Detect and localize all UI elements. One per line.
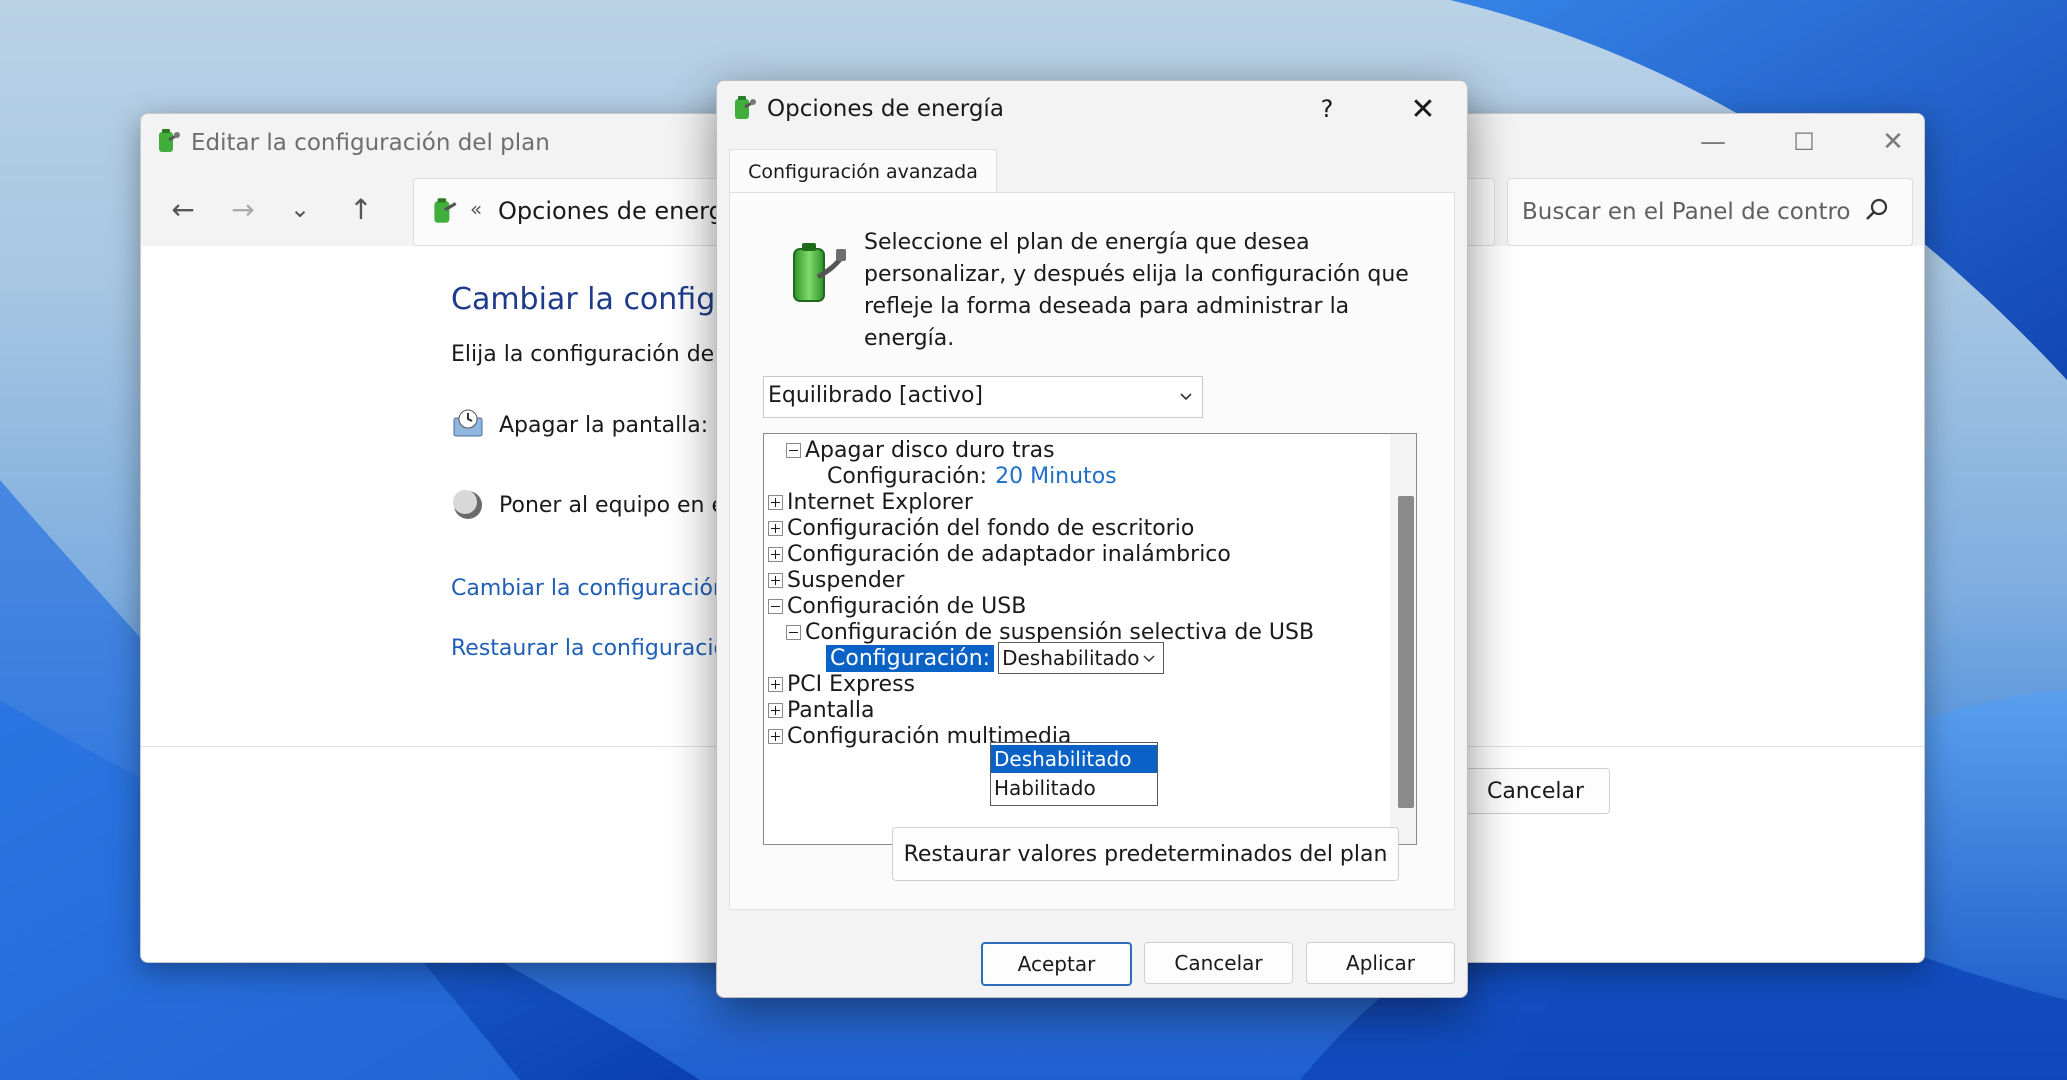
scrollbar-thumb[interactable] (1398, 496, 1414, 808)
collapse-icon[interactable] (786, 442, 801, 458)
search-input[interactable] (1520, 193, 1854, 231)
power-options-icon (735, 96, 756, 119)
power-options-dialog: Opciones de energía ? ✕ Configuración av… (716, 80, 1468, 998)
dropdown-option-enabled[interactable]: Habilitado (991, 774, 1157, 802)
expand-icon[interactable] (768, 728, 783, 744)
tree-item-label: Suspender (787, 567, 905, 593)
power-plan-select[interactable]: Equilibrado [activo] (763, 376, 1203, 418)
tab-advanced-settings[interactable]: Configuración avanzada (729, 149, 997, 194)
expand-icon[interactable] (768, 702, 783, 718)
tree-scrollbar[interactable] (1390, 434, 1416, 844)
battery-plug-icon (793, 243, 846, 302)
setting-value-link[interactable]: 20 Minutos (995, 464, 1117, 489)
up-button[interactable]: ↑ (337, 186, 385, 232)
chevron-down-icon (1180, 393, 1192, 401)
power-options-icon (159, 129, 180, 152)
close-window-button[interactable]: ✕ (1863, 120, 1923, 164)
dialog-titlebar: Opciones de energía ? ✕ (717, 81, 1467, 137)
forward-button[interactable]: → (219, 186, 267, 232)
minimize-button[interactable]: — (1683, 120, 1743, 164)
power-plan-value: Equilibrado [activo] (768, 383, 984, 408)
expand-icon[interactable] (768, 676, 783, 692)
expand-icon[interactable] (768, 520, 783, 536)
breadcrumb-separator[interactable]: « (470, 197, 482, 221)
turn-off-display-label: Apagar la pantalla: (499, 412, 709, 438)
tree-item-label: Configuración de adaptador inalámbrico (787, 541, 1231, 567)
expand-icon[interactable] (768, 494, 783, 510)
search-box[interactable] (1507, 178, 1913, 246)
power-options-icon (434, 198, 457, 223)
tree-item-label: Configuración del fondo de escritorio (787, 515, 1195, 541)
tree-item-label: Configuración de USB (787, 593, 1027, 619)
recent-locations-button[interactable]: ⌄ (276, 186, 324, 232)
back-button[interactable]: ← (159, 186, 207, 232)
usb-setting-value: Deshabilitado (1002, 646, 1140, 670)
tree-item-label: Internet Explorer (787, 489, 973, 515)
moon-sleep-icon (453, 490, 482, 519)
expand-icon[interactable] (768, 546, 783, 562)
usb-setting-combo[interactable]: Deshabilitado (998, 642, 1165, 674)
usb-setting-dropdown[interactable]: Deshabilitado Habilitado (990, 742, 1158, 806)
intro-text: Seleccione el plan de energía que desea … (864, 230, 1409, 351)
sleep-label: Poner al equipo en e (499, 492, 726, 518)
page-heading: Cambiar la configu (451, 282, 735, 317)
sleep-row: Poner al equipo en e (451, 488, 725, 522)
turn-off-display-row: Apagar la pantalla: (451, 408, 708, 442)
window-title: Editar la configuración del plan (191, 130, 550, 156)
page-subheading: Elija la configuración de r (451, 342, 731, 367)
restore-plan-defaults-button[interactable]: Restaurar valores predeterminados del pl… (892, 827, 1399, 881)
ok-button[interactable]: Aceptar (981, 942, 1132, 986)
collapse-icon[interactable] (786, 624, 801, 640)
advanced-settings-panel: Seleccione el plan de energía que desea … (729, 192, 1455, 910)
expand-icon[interactable] (768, 572, 783, 588)
tree-item-label: Apagar disco duro tras (805, 437, 1055, 463)
cancel-button[interactable]: Cancelar (1461, 768, 1610, 814)
breadcrumb-current[interactable]: Opciones de energía (498, 197, 745, 225)
help-button[interactable]: ? (1297, 87, 1357, 131)
restore-default-settings-link[interactable]: Restaurar la configuració (451, 636, 727, 661)
chevron-down-icon (1143, 655, 1155, 663)
change-advanced-settings-link[interactable]: Cambiar la configuración (451, 576, 727, 601)
dropdown-option-disabled[interactable]: Deshabilitado (991, 745, 1157, 773)
apply-button[interactable]: Aplicar (1306, 942, 1455, 984)
collapse-icon[interactable] (768, 598, 783, 614)
maximize-button[interactable]: ☐ (1774, 120, 1834, 164)
tree-item-label: PCI Express (787, 671, 916, 697)
cancel-button[interactable]: Cancelar (1144, 942, 1293, 984)
display-clock-icon (453, 409, 483, 437)
setting-label: Configuración: (827, 463, 988, 489)
close-dialog-button[interactable]: ✕ (1393, 87, 1453, 131)
tree-item-label: Pantalla (787, 697, 875, 723)
settings-tree[interactable]: Apagar disco duro tras Configuración: 20… (763, 433, 1417, 845)
search-icon[interactable] (1864, 197, 1890, 223)
dialog-title: Opciones de energía (767, 96, 1004, 122)
